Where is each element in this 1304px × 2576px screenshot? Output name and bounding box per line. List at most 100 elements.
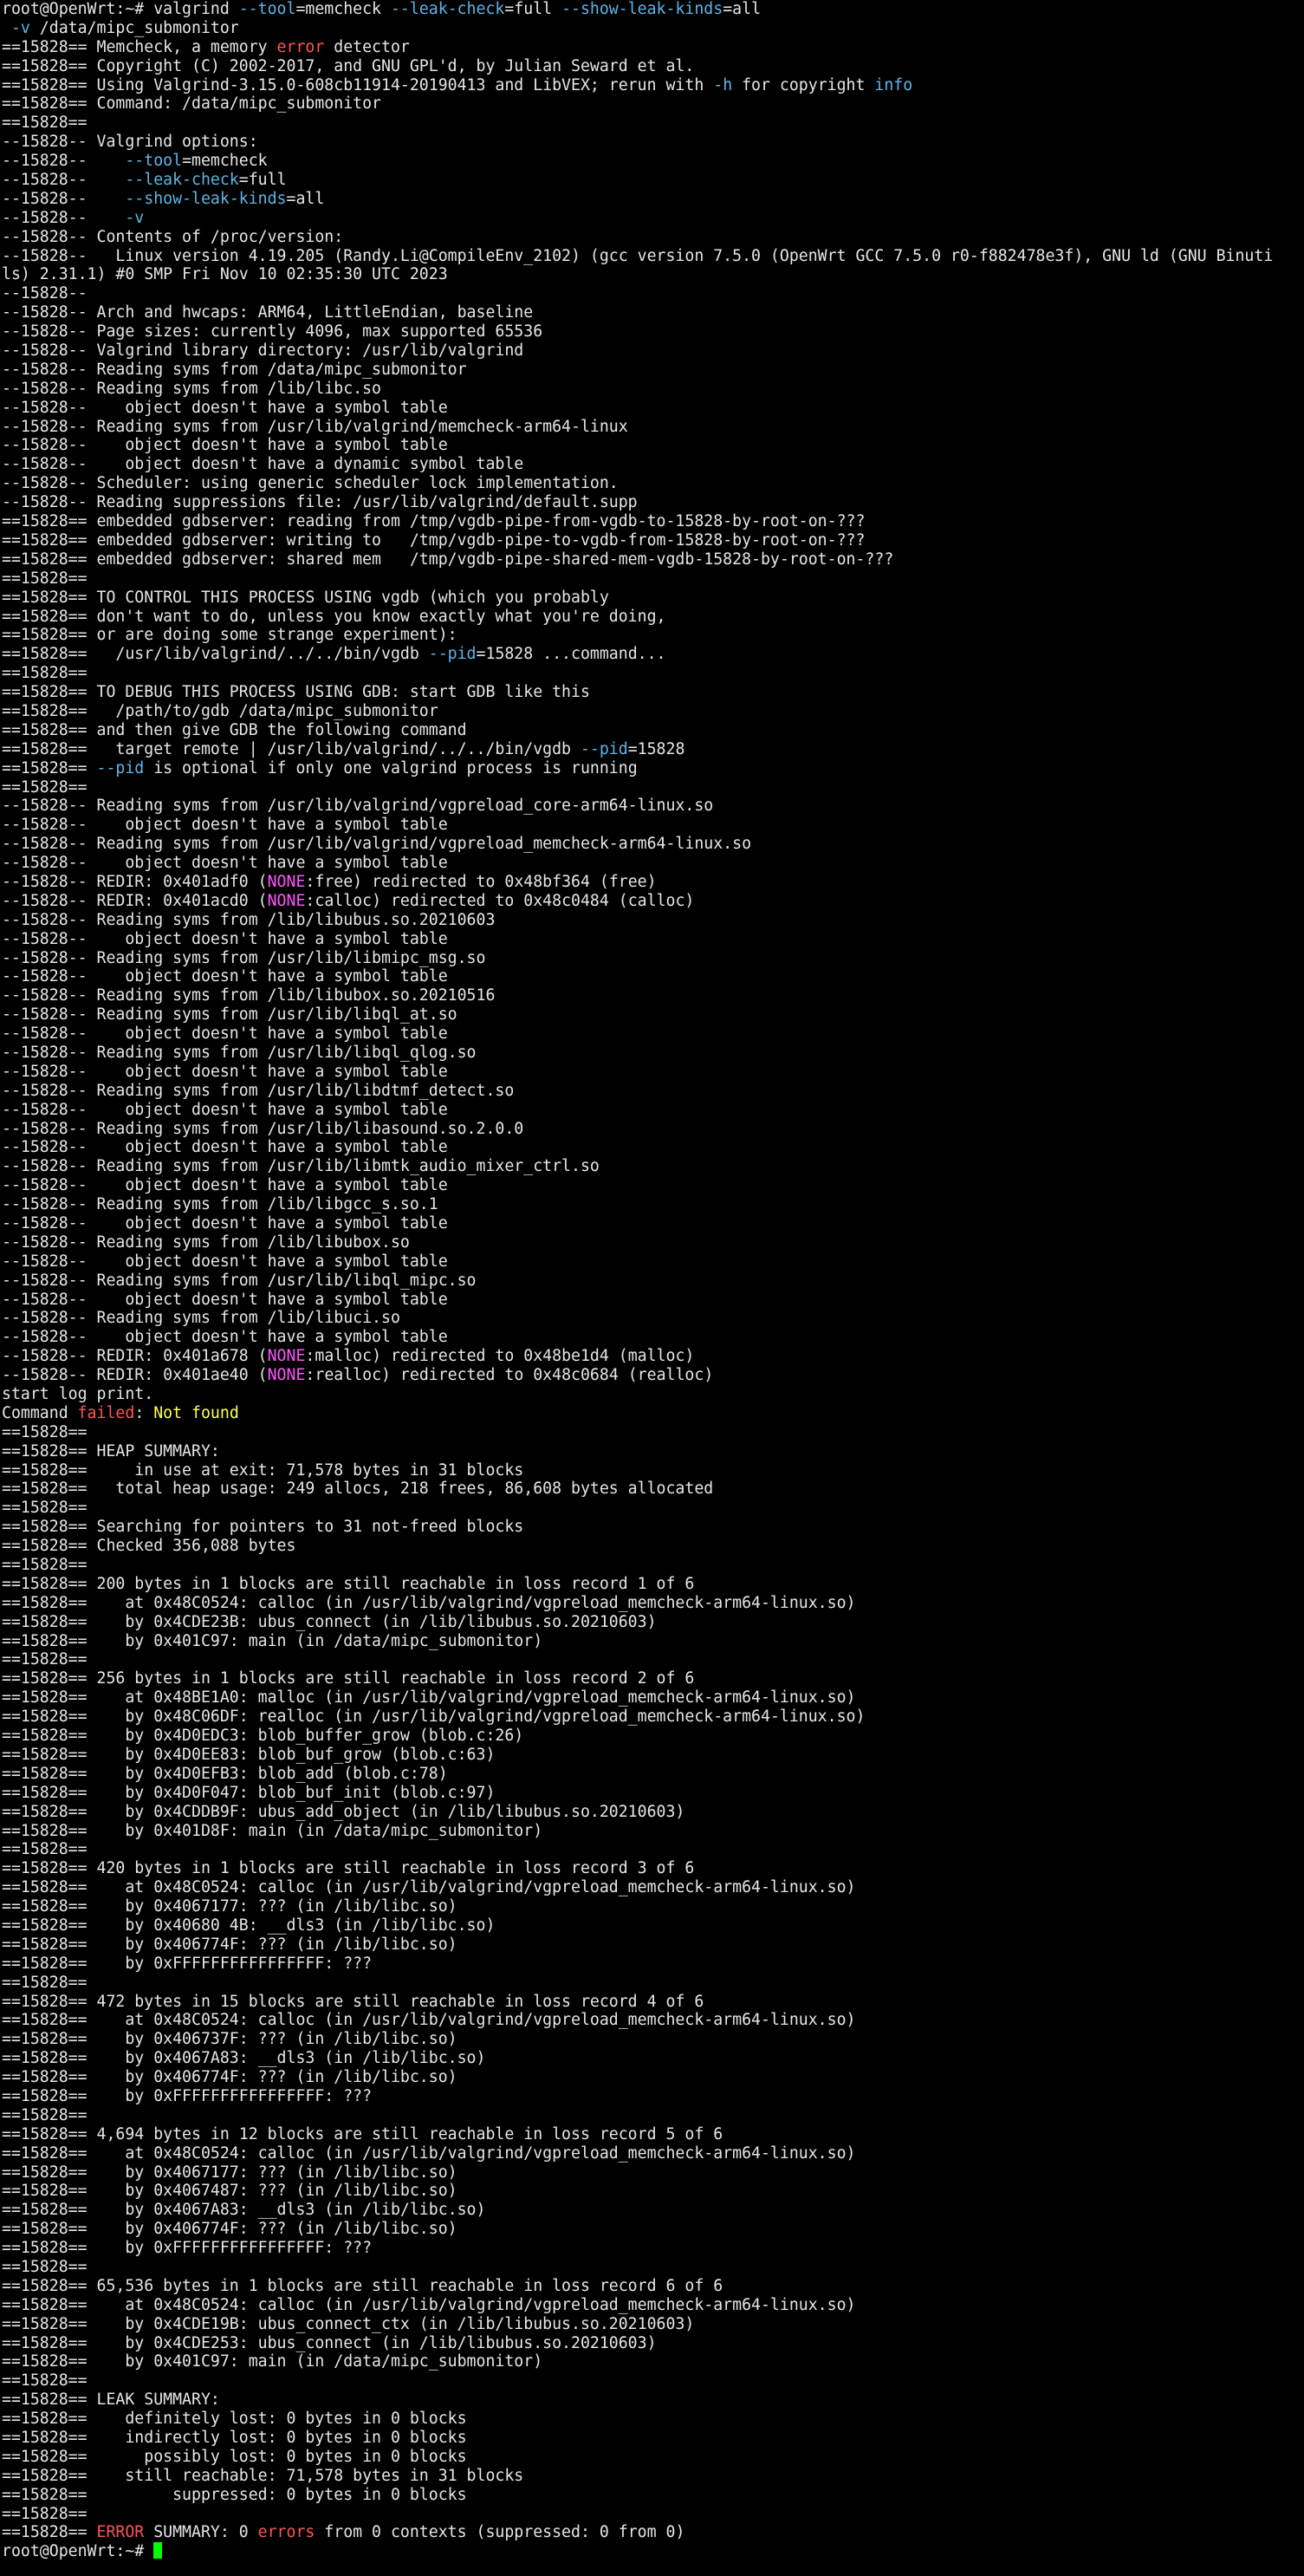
terminal-line: ==15828== --pid is optional if only one … xyxy=(2,759,1304,778)
line-text: ==15828== still reachable: 71,578 bytes … xyxy=(2,2466,524,2485)
terminal-line: --15828-- Page sizes: currently 4096, ma… xyxy=(2,322,1304,342)
highlighted-token: failed xyxy=(77,1403,135,1422)
line-text: ==15828== xyxy=(2,1556,88,1575)
line-text: --15828-- object doesn't have a symbol t… xyxy=(2,436,448,455)
terminal-line: ==15828== by 0x406774F: ??? (in /lib/lib… xyxy=(2,1935,1304,1955)
line-text: --15828-- object doesn't have a dynamic … xyxy=(2,455,524,474)
line-text: ==15828== xyxy=(2,777,88,797)
line-text: :calloc) redirected to 0x48c0484 (calloc… xyxy=(305,891,695,910)
terminal-line: ==15828== Memcheck, a memory error detec… xyxy=(2,38,1304,57)
line-text: ==15828== by 0x40680 4B: __dls3 (in /lib… xyxy=(2,1916,496,1935)
terminal-line: ==15828== at 0x48BE1A0: malloc (in /usr/… xyxy=(2,1688,1304,1708)
line-text: ==15828== embedded gdbserver: writing to… xyxy=(2,530,866,550)
terminal-line: ==15828== by 0x40680 4B: __dls3 (in /lib… xyxy=(2,1916,1304,1935)
terminal-line: ==15828== Command: /data/mipc_submonitor xyxy=(2,94,1304,114)
line-text: ==15828== at 0x48C0524: calloc (in /usr/… xyxy=(2,1878,856,1897)
terminal-line: --15828-- object doesn't have a symbol t… xyxy=(2,1063,1304,1082)
line-text: --15828-- Valgrind options: xyxy=(2,133,258,152)
terminal-line: ==15828== by 0x401C97: main (in /data/mi… xyxy=(2,1632,1304,1651)
terminal-line: ==15828== indirectly lost: 0 bytes in 0 … xyxy=(2,2429,1304,2448)
line-text: ==15828== HEAP SUMMARY: xyxy=(2,1441,220,1460)
terminal-line: ==15828== Using Valgrind-3.15.0-608cb119… xyxy=(2,76,1304,95)
terminal-line: --15828-- --tool=memcheck xyxy=(2,152,1304,171)
highlighted-token: info xyxy=(874,75,913,94)
line-text: ==15828== by 0xFFFFFFFFFFFFFFFF: ??? xyxy=(2,2239,373,2258)
line-text: ==15828== 65,536 bytes in 1 blocks are s… xyxy=(2,2276,723,2295)
terminal-line: --15828-- object doesn't have a symbol t… xyxy=(2,1252,1304,1272)
terminal-window[interactable]: root@OpenWrt:~# valgrind --tool=memcheck… xyxy=(0,0,1304,2576)
terminal-line: ==15828== by 0x4CDDB9F: ubus_add_object … xyxy=(2,1803,1304,1822)
highlighted-token: ERROR xyxy=(96,2523,145,2542)
line-text: is optional if only one valgrind process… xyxy=(144,758,638,777)
line-text: --15828-- REDIR: 0x401a678 ( xyxy=(2,1347,268,1366)
terminal-line: --15828-- object doesn't have a symbol t… xyxy=(2,816,1304,835)
line-text: --15828-- Reading syms from /usr/lib/val… xyxy=(2,417,628,436)
shell-prompt-line: root@OpenWrt:~# xyxy=(2,2542,1304,2561)
line-text: --15828-- object doesn't have a symbol t… xyxy=(2,1138,448,1157)
line-text: =full xyxy=(504,0,562,18)
terminal-line: ==15828== total heap usage: 249 allocs, … xyxy=(2,1480,1304,1499)
highlighted-token: Not found xyxy=(153,1403,239,1422)
terminal-line: ==15828== by 0x406774F: ??? (in /lib/lib… xyxy=(2,2220,1304,2239)
terminal-line: --15828-- Reading syms from /usr/lib/lib… xyxy=(2,1005,1304,1025)
terminal-line: --15828-- --show-leak-kinds=all xyxy=(2,190,1304,209)
line-text: --15828-- Scheduler: using generic sched… xyxy=(2,474,619,493)
line-text: SUMMARY: 0 xyxy=(144,2523,258,2542)
terminal-line: ==15828== TO DEBUG THIS PROCESS USING GD… xyxy=(2,683,1304,702)
line-text: ==15828== target remote | /usr/lib/valgr… xyxy=(2,739,581,758)
line-text: from 0 contexts (suppressed: 0 from 0) xyxy=(315,2523,685,2542)
line-text: ==15828== xyxy=(2,1499,88,1518)
line-text: --15828-- Reading syms from /lib/libuci.… xyxy=(2,1309,400,1328)
line-text: ==15828== definitely lost: 0 bytes in 0 … xyxy=(2,2410,467,2429)
terminal-line: --15828-- Reading syms from /data/mipc_s… xyxy=(2,361,1304,380)
terminal-line: ==15828== by 0x48C06DF: realloc (in /usr… xyxy=(2,1708,1304,1727)
terminal-line: --15828-- -v xyxy=(2,209,1304,228)
terminal-line: ==15828== by 0x4067A83: __dls3 (in /lib/… xyxy=(2,2049,1304,2068)
terminal-line: -v /data/mipc_submonitor xyxy=(2,19,1304,38)
terminal-line: --15828-- REDIR: 0x401adf0 (NONE:free) r… xyxy=(2,873,1304,892)
terminal-line: ==15828== 65,536 bytes in 1 blocks are s… xyxy=(2,2277,1304,2296)
highlighted-token: --pid xyxy=(428,645,477,664)
line-text: ==15828== by 0x4CDE19B: ubus_connect_ctx… xyxy=(2,2314,695,2333)
line-text: =memcheck xyxy=(295,0,391,18)
terminal-line: ==15828== or are doing some strange expe… xyxy=(2,626,1304,645)
line-text: ==15828== 4,694 bytes in 12 blocks are s… xyxy=(2,2124,723,2143)
highlighted-token: --pid xyxy=(580,739,628,758)
terminal-line: --15828-- object doesn't have a symbol t… xyxy=(2,967,1304,986)
terminal-line: ==15828== 420 bytes in 1 blocks are stil… xyxy=(2,1859,1304,1878)
terminal-line: --15828-- --leak-check=full xyxy=(2,171,1304,190)
terminal-line: --15828-- Reading syms from /usr/lib/lib… xyxy=(2,1120,1304,1139)
terminal-line: ==15828== xyxy=(2,1974,1304,1993)
terminal-line: ==15828== /path/to/gdb /data/mipc_submon… xyxy=(2,702,1304,721)
highlighted-token: --tool xyxy=(125,152,183,171)
terminal-line: --15828-- REDIR: 0x401ae40 (NONE:realloc… xyxy=(2,1366,1304,1385)
line-text: =15828 xyxy=(627,739,685,758)
terminal-line: --15828-- object doesn't have a symbol t… xyxy=(2,1214,1304,1233)
line-text: ==15828== by 0xFFFFFFFFFFFFFFFF: ??? xyxy=(2,1954,373,1973)
terminal-line: ==15828== and then give GDB the followin… xyxy=(2,721,1304,740)
line-text: ==15828== TO CONTROL THIS PROCESS USING … xyxy=(2,588,609,607)
line-text: ==15828== by 0x406774F: ??? (in /lib/lib… xyxy=(2,2220,457,2239)
line-text: --15828-- Linux version 4.19.205 (Randy.… xyxy=(2,246,1274,265)
terminal-line: --15828-- Reading syms from /lib/libubus… xyxy=(2,911,1304,930)
line-text: --15828-- object doesn't have a symbol t… xyxy=(2,1214,448,1233)
line-text: ==15828== xyxy=(2,2504,88,2523)
line-text: Command xyxy=(2,1403,78,1422)
line-text: --15828-- xyxy=(2,284,88,303)
line-text: ==15828== xyxy=(2,1422,88,1441)
terminal-line: ==15828== xyxy=(2,664,1304,683)
line-text: ==15828== don't want to do, unless you k… xyxy=(2,607,666,626)
terminal-line: --15828-- Reading suppressions file: /us… xyxy=(2,493,1304,512)
line-text: --15828-- Reading syms from /lib/libubox… xyxy=(2,1233,410,1252)
line-text: =15828 ...command... xyxy=(476,645,666,664)
line-text: ==15828== xyxy=(2,114,88,133)
line-text: --15828-- Reading syms from /lib/libc.so xyxy=(2,379,381,398)
line-text: ==15828== or are doing some strange expe… xyxy=(2,626,457,645)
line-text: --15828-- Reading syms from /usr/lib/val… xyxy=(2,835,752,854)
terminal-line: ==15828== LEAK SUMMARY: xyxy=(2,2391,1304,2410)
line-text: --15828-- REDIR: 0x401adf0 ( xyxy=(2,872,268,891)
line-text: ==15828== 472 bytes in 15 blocks are sti… xyxy=(2,1992,704,2011)
line-text: --15828-- Contents of /proc/version: xyxy=(2,227,344,246)
terminal-line: ==15828== TO CONTROL THIS PROCESS USING … xyxy=(2,589,1304,608)
line-text: --15828-- Reading syms from /lib/libubox… xyxy=(2,986,496,1005)
